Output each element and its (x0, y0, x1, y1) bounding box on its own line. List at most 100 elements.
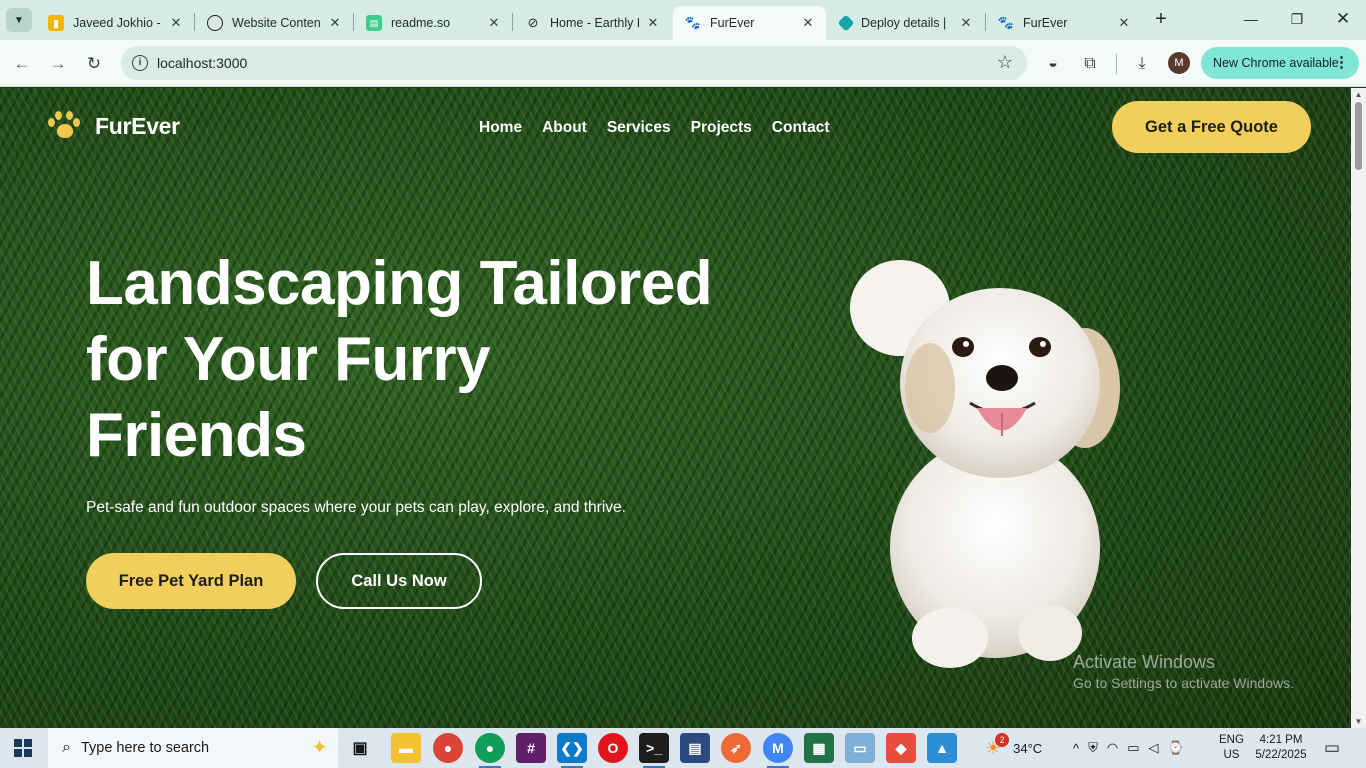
site-info-icon[interactable]: i (132, 55, 148, 71)
chrome-icon[interactable]: ● (433, 733, 463, 763)
browser-tab[interactable]: Deploy details | ✕ (828, 6, 984, 40)
hero-title-line: for Your Furry (86, 325, 491, 394)
chrome-profile-icon[interactable]: ● (475, 733, 505, 768)
page-scrollbar[interactable]: ▲ ▼ (1351, 88, 1366, 728)
slack-icon[interactable]: # (516, 733, 546, 763)
wifi-icon[interactable]: ◠ (1107, 740, 1118, 756)
free-pet-yard-plan-button[interactable]: Free Pet Yard Plan (86, 553, 296, 609)
nav-link-services[interactable]: Services (607, 119, 671, 137)
hero-subtitle: Pet-safe and fun outdoor spaces where yo… (86, 499, 626, 516)
openai-icon (207, 15, 223, 31)
windows-start-button[interactable] (14, 739, 32, 757)
terminal-icon[interactable]: >_ (639, 733, 669, 768)
chrome-update-button[interactable]: New Chrome available ⋮ (1201, 47, 1359, 79)
tab-title: readme.so (391, 16, 451, 30)
restore-button[interactable]: ❐ (1274, 4, 1320, 34)
postman-icon[interactable]: ➶ (721, 733, 751, 763)
more-menu-icon[interactable]: ⋮ (1334, 53, 1349, 71)
browser-tab[interactable]: ▮ Javeed Jokhio - G ✕ (36, 6, 194, 40)
restore-icon: ❐ (1290, 10, 1304, 27)
search-placeholder: Type here to search (80, 740, 210, 756)
scroll-up-icon[interactable]: ▲ (1354, 90, 1363, 99)
google-slides-icon: ▮ (48, 15, 64, 31)
scroll-down-icon[interactable]: ▼ (1354, 717, 1363, 726)
close-icon[interactable]: ✕ (168, 15, 184, 31)
browser-tab[interactable]: ⊘ Home - Earthly D ✕ (513, 6, 671, 40)
page-viewport: FurEver Home About Services Projects Con… (0, 88, 1351, 728)
browser-toolbar: ← → ↻ i localhost:3000 ☆ ◒ ⧉ ⤓ M New Chr… (0, 40, 1366, 87)
windows-taskbar: ⌕ Type here to search ✦ ▣ ▬ ● ● # ❮❯ O >… (0, 728, 1366, 768)
tab-title: Website Content (232, 16, 321, 30)
nav-link-projects[interactable]: Projects (691, 119, 752, 137)
nav-link-about[interactable]: About (542, 119, 587, 137)
reload-button[interactable]: ↻ (82, 52, 106, 76)
chevron-down-icon: ▼ (14, 14, 24, 26)
new-tab-button[interactable]: + (1150, 8, 1172, 32)
address-bar[interactable]: i localhost:3000 ☆ (121, 46, 1027, 80)
minimize-button[interactable]: — (1228, 4, 1274, 34)
clock[interactable]: 4:21 PM 5/22/2025 (1255, 728, 1307, 768)
url-text[interactable]: localhost:3000 (157, 55, 247, 71)
extensions-icon[interactable]: ⧉ (1078, 52, 1102, 76)
readme-icon: ▤ (366, 15, 382, 31)
close-icon[interactable]: ✕ (958, 15, 974, 31)
tab-search-button[interactable]: ▼ (6, 8, 32, 32)
nav-link-home[interactable]: Home (479, 119, 522, 137)
browser-tab[interactable]: Website Content ✕ (195, 6, 353, 40)
site-logo[interactable]: FurEver (47, 110, 180, 142)
tab-title: FurEver (710, 16, 755, 30)
flutter-icon[interactable]: ◆ (886, 733, 916, 763)
volume-icon[interactable]: ◁ (1149, 740, 1159, 756)
free-quote-button[interactable]: Get a Free Quote (1112, 101, 1311, 153)
download-icon[interactable]: ⤓ (1130, 52, 1154, 76)
tab-title: FurEver (1023, 16, 1068, 30)
browser-tab[interactable]: 🐾 FurEver ✕ (986, 6, 1142, 40)
weather-widget[interactable]: ☀ 2 34°C (985, 728, 1042, 768)
vm-icon[interactable]: ▤ (680, 733, 710, 763)
photos-icon[interactable]: ▲ (927, 733, 957, 763)
forward-button[interactable]: → (46, 52, 70, 76)
minimize-icon: — (1244, 11, 1258, 27)
hero-title: Landscaping Tailored for Your Furry Frie… (86, 246, 786, 474)
nav-link-contact[interactable]: Contact (772, 119, 830, 137)
chrome-m-icon[interactable]: M (763, 733, 793, 768)
security-icon[interactable]: ⛨ (1088, 740, 1098, 756)
notification-icon[interactable]: ▭ (1324, 728, 1340, 768)
close-icon: ✕ (1335, 9, 1351, 28)
watermark-subtitle: Go to Settings to activate Windows. (1073, 675, 1294, 691)
close-window-button[interactable]: ✕ (1320, 4, 1366, 34)
chevron-up-icon[interactable]: ^ (1073, 741, 1079, 756)
file-explorer-icon[interactable]: ▬ (391, 733, 421, 763)
task-view-icon[interactable]: ▣ (345, 733, 375, 763)
vscode-icon[interactable]: ❮❯ (557, 733, 587, 768)
tab-title: Deploy details | (861, 16, 947, 30)
hero-title-line: Friends (86, 401, 307, 470)
notes-icon[interactable]: ▭ (845, 733, 875, 763)
language-indicator[interactable]: ENG US (1219, 728, 1244, 768)
paw-icon: 🐾 (684, 15, 702, 30)
battery-icon[interactable]: ▭ (1127, 740, 1139, 756)
opera-icon[interactable]: O (598, 733, 628, 763)
search-icon: ⌕ (62, 739, 71, 756)
browser-tab[interactable]: ▤ readme.so ✕ (354, 6, 512, 40)
plus-icon: + (1155, 8, 1167, 30)
tab-search-icon[interactable]: ◒ (1041, 52, 1065, 76)
profile-avatar[interactable]: M (1168, 52, 1190, 74)
close-icon[interactable]: ✕ (1116, 15, 1132, 31)
close-icon[interactable]: ✕ (645, 15, 661, 31)
sheets-icon[interactable]: ▦ (804, 733, 834, 763)
taskbar-search-box[interactable]: ⌕ Type here to search ✦ (48, 728, 338, 768)
browser-tab-active[interactable]: 🐾 FurEver ✕ (673, 6, 826, 40)
display-icon[interactable]: ⌚ (1168, 740, 1184, 756)
close-icon[interactable]: ✕ (800, 15, 816, 31)
earth-icon: ⊘ (527, 15, 539, 30)
close-icon[interactable]: ✕ (486, 15, 502, 31)
brand-name: FurEver (95, 112, 180, 139)
call-us-now-button[interactable]: Call Us Now (316, 553, 482, 609)
scrollbar-thumb[interactable] (1355, 102, 1362, 170)
back-button[interactable]: ← (10, 52, 34, 76)
toolbar-divider (1116, 54, 1117, 74)
system-tray: ^ ⛨ ◠ ▭ ◁ ⌚ (1073, 728, 1184, 768)
close-icon[interactable]: ✕ (327, 15, 343, 31)
bookmark-star-icon[interactable]: ☆ (997, 52, 1013, 73)
